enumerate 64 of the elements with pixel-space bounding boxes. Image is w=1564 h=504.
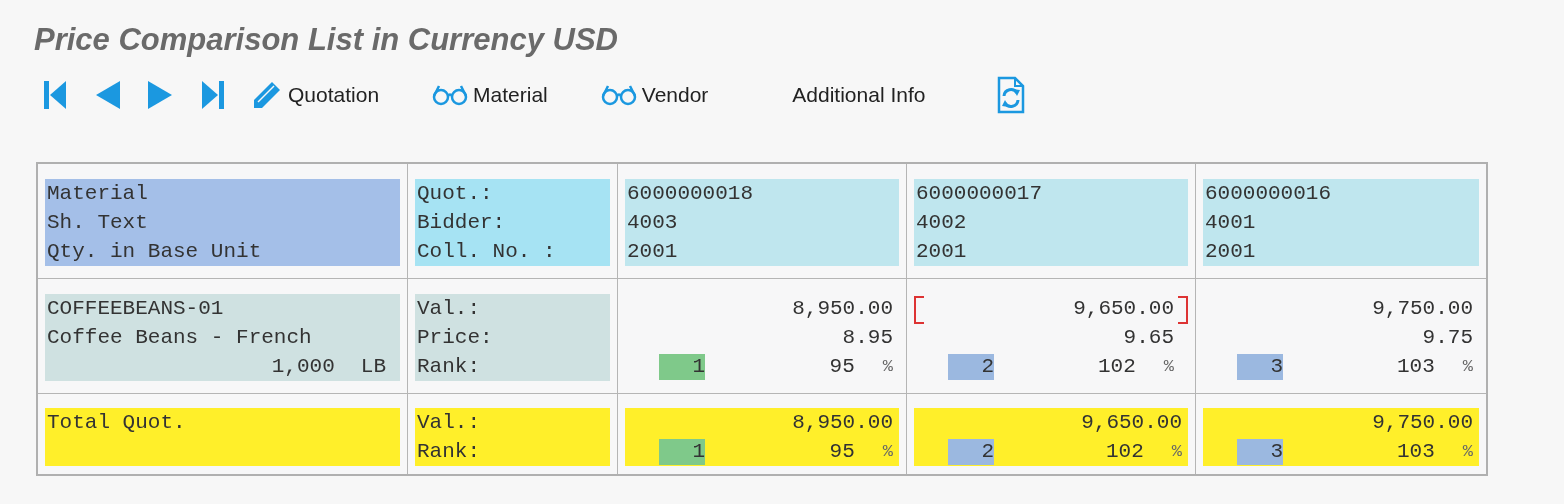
percent-sign: %: [1462, 441, 1473, 463]
field-label: Val.:: [417, 296, 481, 322]
percent-value: 103: [1397, 354, 1435, 380]
percent-sign: %: [1163, 356, 1174, 378]
quotation-value: 9,750.00: [1371, 296, 1473, 322]
field-label: Coll. No. :: [417, 239, 557, 265]
field-label: Rank:: [417, 439, 481, 465]
unit-value: LB: [360, 354, 386, 380]
display-button[interactable]: Vendor: [593, 73, 715, 117]
rank-value: 2: [948, 438, 994, 465]
percent-value: 95: [829, 439, 855, 465]
price-value: 8.95: [841, 325, 893, 351]
collective-number: 2001: [916, 239, 968, 265]
glasses-icon: [599, 84, 638, 106]
quotation-value-block[interactable]: 9,750.00 9.75 3 103 %: [1203, 294, 1479, 381]
price-value: 9.65: [1122, 325, 1174, 351]
quotation-button[interactable]: Quotation: [244, 73, 386, 117]
percent-sign: %: [882, 441, 893, 463]
percent-value: 95: [829, 354, 855, 380]
bidder-number: 4002: [916, 210, 968, 236]
glasses-icon: [431, 84, 470, 106]
first-page-icon: [42, 79, 68, 111]
quotation-number: 6000000017: [916, 181, 1044, 207]
material-number: COFFEEBEANS-01: [47, 296, 225, 322]
collective-number: 2001: [1205, 239, 1257, 265]
header-label: Qty. in Base Unit: [47, 239, 263, 265]
collective-number: 2001: [627, 239, 679, 265]
percent-value: 103: [1397, 439, 1435, 465]
quotation-value: 8,950.00: [791, 296, 893, 322]
quotation-value: 9,650.00: [1072, 296, 1174, 322]
total-value: 9,650.00: [1080, 410, 1182, 436]
display-button[interactable]: Material: [425, 73, 554, 117]
percent-value: 102: [1098, 354, 1136, 380]
price-value: 9.75: [1421, 325, 1473, 351]
short-text: Coffee Beans - French: [47, 325, 313, 351]
rank-value: 2: [948, 353, 994, 380]
percent-sign: %: [1462, 356, 1473, 378]
header-label: Sh. Text: [47, 210, 149, 236]
rank-value: 1: [659, 353, 705, 380]
rank-value: 3: [1237, 353, 1283, 380]
percent-value: 102: [1106, 439, 1144, 465]
page-title: Price Comparison List in Currency USD: [34, 22, 619, 59]
quotation-value-block[interactable]: 8,950.00 8.95 1 95 %: [625, 294, 899, 381]
percent-sign: %: [1171, 441, 1182, 463]
additional-info-button[interactable]: Additional Info: [786, 73, 932, 117]
total-label: Total Quot.: [47, 410, 187, 436]
total-value: 8,950.00: [791, 410, 893, 436]
field-label: Price:: [417, 325, 494, 351]
bidder-number: 4001: [1205, 210, 1257, 236]
percent-sign: %: [882, 356, 893, 378]
header-label: Material: [47, 181, 149, 207]
last-page-icon: [200, 79, 226, 111]
field-label: Quot.:: [417, 181, 494, 207]
quotation-number: 6000000016: [1205, 181, 1333, 207]
quotation-number: 6000000018: [627, 181, 755, 207]
quantity-value: 1,000: [271, 354, 335, 380]
field-label: Bidder:: [417, 210, 507, 236]
total-value: 9,750.00: [1371, 410, 1473, 436]
bidder-number: 4003: [627, 210, 679, 236]
rank-value: 1: [659, 438, 705, 465]
field-label: Val.:: [417, 410, 481, 436]
field-label: Rank:: [417, 354, 481, 380]
quotation-value-block[interactable]: 9,650.00 9.65 2 102 %: [914, 294, 1188, 381]
rank-value: 3: [1237, 438, 1283, 465]
